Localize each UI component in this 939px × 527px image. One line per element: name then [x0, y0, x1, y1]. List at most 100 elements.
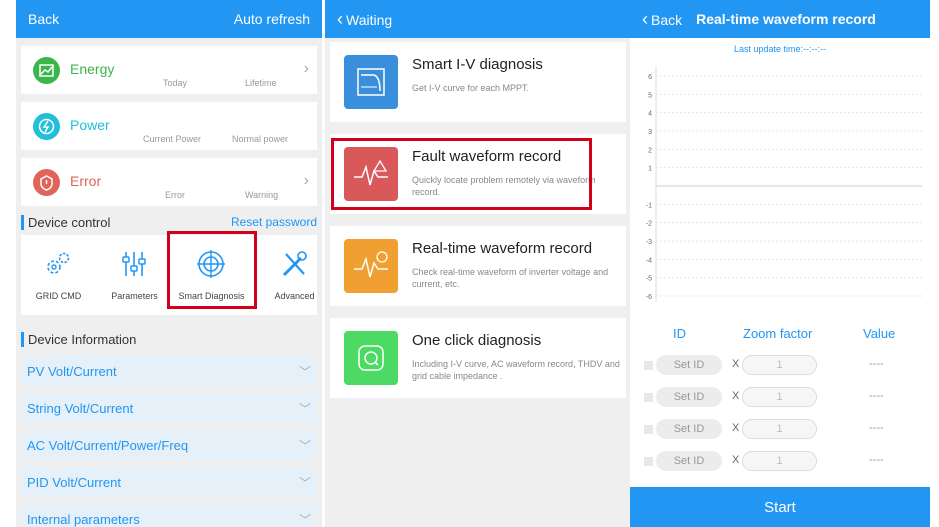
- waveform-chart: Last update time:--:--:-- 6 5 4 3 2 1 -1 -2 -3 -4…: [630, 40, 930, 310]
- y-tick-label: 5: [648, 92, 652, 99]
- card-title: Smart I-V diagnosis: [412, 56, 543, 73]
- parameters-label: Parameters: [111, 291, 158, 301]
- chevron-down-icon: ﹀: [298, 401, 311, 416]
- auto-refresh-button[interactable]: Auto refresh: [234, 11, 310, 27]
- back-button[interactable]: ‹ Back: [642, 9, 682, 30]
- smart-iv-diagnosis-card[interactable]: Smart I-V diagnosis Get I-V curve for ea…: [330, 42, 626, 122]
- zoom-factor-input[interactable]: 1: [742, 387, 817, 407]
- zoom-factor-input[interactable]: 1: [742, 451, 817, 471]
- col-zoom-header: Zoom factor: [743, 326, 813, 341]
- chevron-right-icon: ›: [303, 172, 309, 189]
- value-text: ----: [869, 358, 884, 370]
- gears-icon: [47, 252, 70, 274]
- back-button[interactable]: ‹ Waiting: [337, 9, 392, 30]
- set-id-button[interactable]: Set ID: [656, 451, 722, 471]
- fault-waveform-highlight: [331, 138, 592, 210]
- advanced-button[interactable]: Advanced: [257, 235, 322, 315]
- page-title: Real-time waveform record: [696, 11, 876, 27]
- id-row: Set ID X 1 ----: [630, 417, 930, 441]
- energy-icon: [33, 57, 60, 84]
- set-id-button[interactable]: Set ID: [656, 355, 722, 375]
- one-click-diagnosis-card[interactable]: One click diagnosis Including I-V curve,…: [330, 318, 626, 398]
- smart-diagnosis-highlight: [167, 231, 257, 309]
- accordion-label: PV Volt/Current: [27, 363, 117, 379]
- card-desc: Including I-V curve, AC waveform record,…: [412, 359, 620, 381]
- y-tick-label: -5: [646, 276, 652, 283]
- chevron-down-icon: ﹀: [298, 512, 311, 527]
- chevron-down-icon: ﹀: [298, 475, 311, 490]
- energy-title: Energy: [70, 61, 115, 77]
- grid-cmd-button[interactable]: GRID CMD: [21, 235, 96, 315]
- accordion-internal-parameters[interactable]: Internal parameters ﹀: [21, 504, 317, 527]
- device-control-header: Device control Reset password: [21, 213, 317, 231]
- id-row: Set ID X 1 ----: [630, 449, 930, 473]
- accordion-string-volt-current[interactable]: String Volt/Current ﹀: [21, 393, 317, 423]
- accordion-pv-volt-current[interactable]: PV Volt/Current ﹀: [21, 356, 317, 386]
- y-tick-label: -6: [646, 294, 652, 301]
- row-checkbox[interactable]: [644, 457, 653, 466]
- accordion-label: PID Volt/Current: [27, 474, 121, 490]
- col-id-header: ID: [673, 326, 686, 341]
- back-label: Waiting: [346, 11, 393, 28]
- realtime-waveform-record-card[interactable]: Real-time waveform record Check real-tim…: [330, 226, 626, 306]
- multiply-label: X: [732, 454, 740, 466]
- device-panel: Back Auto refresh Energy Today Lifetime …: [16, 0, 322, 527]
- y-tick-label: 2: [648, 147, 652, 154]
- y-tick-label: 1: [648, 166, 652, 173]
- reset-password-link[interactable]: Reset password: [231, 215, 317, 229]
- card-title: Real-time waveform record: [412, 240, 593, 257]
- zoom-factor-input[interactable]: 1: [742, 419, 817, 439]
- tools-icon: [282, 251, 307, 277]
- accordion-ac-volt-current[interactable]: AC Volt/Current/Power/Freq ﹀: [21, 430, 317, 460]
- section-bar: [21, 331, 24, 347]
- row-checkbox[interactable]: [644, 361, 653, 370]
- one-click-icon: [344, 331, 398, 385]
- power-card[interactable]: Power Current Power Normal power: [21, 102, 317, 150]
- y-tick-label: -1: [646, 202, 652, 209]
- accordion-label: Internal parameters: [27, 511, 140, 527]
- accordion-pid-volt-current[interactable]: PID Volt/Current ﹀: [21, 467, 317, 497]
- multiply-label: X: [732, 422, 740, 434]
- id-row: Set ID X 1 ----: [630, 385, 930, 409]
- card-desc: Check real-time waveform of inverter vol…: [412, 267, 609, 289]
- error-title: Error: [70, 173, 102, 189]
- chart-svg: 6 5 4 3 2 1 -1 -2 -3 -4 -5 -6: [646, 66, 922, 302]
- zoom-factor-input[interactable]: 1: [742, 355, 817, 375]
- current-power-label: Current Power: [143, 134, 202, 144]
- multiply-label: X: [732, 358, 740, 370]
- warning-count-label: Warning: [245, 190, 279, 200]
- realtime-waveform-panel: ‹ Back Real-time waveform record Last upd…: [630, 0, 930, 527]
- error-card[interactable]: Error Error Warning ›: [21, 158, 317, 206]
- chevron-down-icon: ﹀: [298, 364, 311, 379]
- y-tick-label: -2: [646, 221, 652, 228]
- col-value-header: Value: [863, 326, 896, 341]
- normal-power-label: Normal power: [232, 134, 289, 144]
- set-id-button[interactable]: Set ID: [656, 419, 722, 439]
- top-bar: Back Auto refresh: [16, 0, 322, 38]
- realtime-waveform-icon: [344, 239, 398, 293]
- power-icon: [33, 113, 60, 140]
- y-tick-label: 6: [648, 74, 652, 81]
- back-label: Back: [651, 11, 683, 28]
- start-button[interactable]: Start: [630, 487, 930, 527]
- parameters-button[interactable]: Parameters: [97, 235, 172, 315]
- grid-cmd-label: GRID CMD: [35, 291, 82, 301]
- card-title: One click diagnosis: [412, 332, 542, 349]
- row-checkbox[interactable]: [644, 425, 653, 434]
- back-button[interactable]: Back: [28, 11, 59, 27]
- accordion-label: AC Volt/Current/Power/Freq: [27, 437, 189, 453]
- row-checkbox[interactable]: [644, 393, 653, 402]
- card-desc: Get I-V curve for each MPPT.: [412, 83, 530, 93]
- energy-lifetime-label: Lifetime: [245, 78, 277, 88]
- set-id-button[interactable]: Set ID: [656, 387, 722, 407]
- device-control-title: Device control: [28, 214, 111, 230]
- multiply-label: X: [732, 390, 740, 402]
- y-tick-label: -3: [646, 239, 652, 246]
- value-text: ----: [869, 454, 884, 466]
- y-tick-label: 3: [648, 129, 652, 136]
- top-bar: ‹ Waiting: [325, 0, 631, 38]
- energy-today-label: Today: [163, 78, 188, 88]
- energy-card[interactable]: Energy Today Lifetime ›: [21, 46, 317, 94]
- advanced-label: Advanced: [274, 291, 315, 301]
- sliders-icon: [122, 252, 146, 276]
